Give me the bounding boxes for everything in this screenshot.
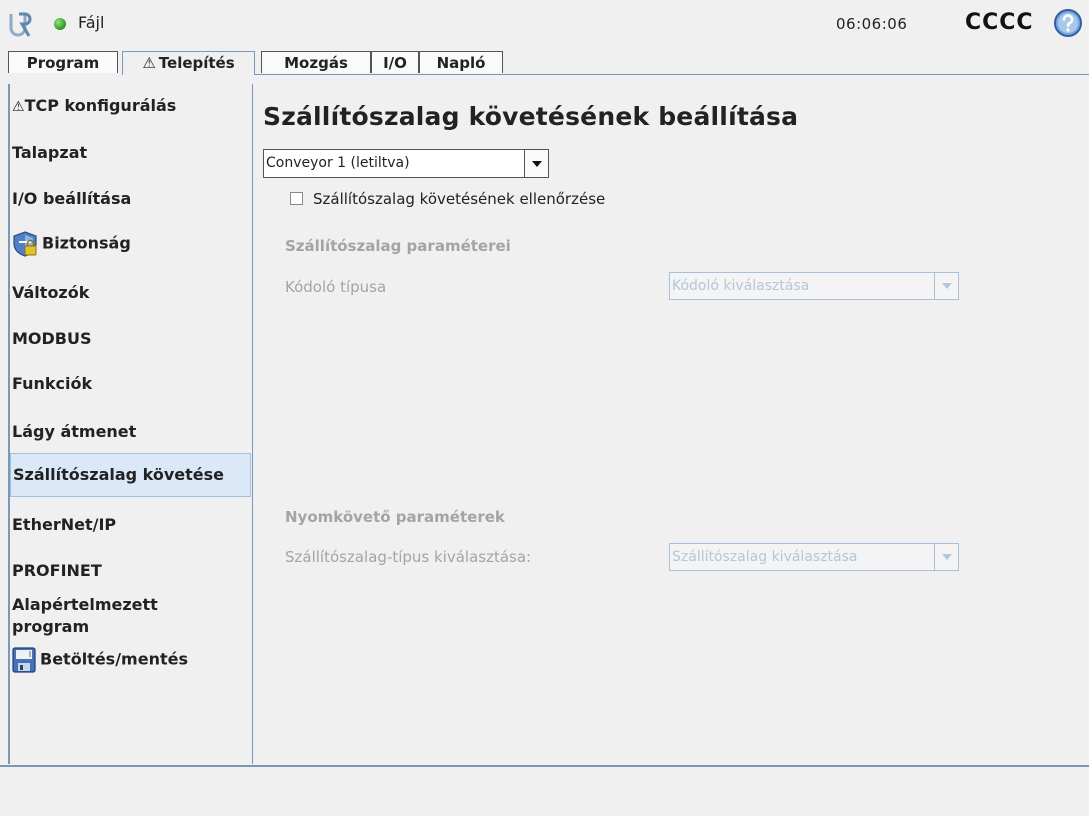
sidebar-item-label: Funkciók [12,374,93,393]
tab-program[interactable]: Program [8,51,118,73]
sidebar-item-label: I/O beállítása [12,189,132,208]
top-bar: Fájl 06:06:06 CCCC [0,0,1089,48]
conveyor-type-placeholder: Szállítószalag kiválasztása [672,549,858,565]
conveyor-type-select[interactable]: Szállítószalag kiválasztása [669,543,959,571]
chevron-down-icon[interactable] [934,273,958,299]
tab-label: Napló [436,54,486,72]
sidebar-item-mounting[interactable]: Talapzat [10,143,251,162]
clock: 06:06:06 [836,15,908,33]
tab-label: Telepítés [158,54,235,72]
sidebar-item-label: PROFINET [12,561,102,580]
conveyor-tracking-panel: Szállítószalag követésének beállítása Co… [255,76,1089,764]
chevron-down-icon[interactable] [934,544,958,570]
conveyor-type-label: Szállítószalag-típus kiválasztása: [285,548,532,566]
warning-icon: ⚠ [12,99,25,115]
footer-bar [0,767,1089,816]
tab-io[interactable]: I/O [371,51,419,73]
sidebar-item-label: Alapértelmezett program [12,595,158,636]
sidebar-item-modbus[interactable]: MODBUS [10,329,251,348]
sidebar-item-label: Változók [12,283,90,302]
warning-icon: ⚠ [142,54,156,72]
chevron-down-icon[interactable] [524,150,548,177]
tracking-check-row[interactable]: Szállítószalag követésének ellenőrzése [290,190,605,208]
tracking-params-heading: Nyomkövető paraméterek [285,508,505,526]
encoder-type-select[interactable]: Kódoló kiválasztása [669,272,959,300]
save-icon [12,647,36,673]
shield-icon [13,231,37,257]
robot-name: CCCC [965,10,1034,35]
installation-sidebar: ⚠TCP konfigurálás Talapzat I/O beállítás… [8,84,253,764]
tracking-checkbox[interactable] [290,192,303,205]
tab-installation[interactable]: ⚠ Telepítés [122,51,255,75]
tab-label: I/O [383,54,407,72]
sidebar-item-smooth-transition[interactable]: Lágy átmenet [10,422,251,441]
sidebar-item-label: TCP konfigurálás [24,96,177,115]
robot-status-icon [54,18,66,30]
sidebar-item-label: Lágy átmenet [12,422,137,441]
tab-log[interactable]: Napló [419,51,503,73]
sidebar-item-label: EtherNet/IP [12,515,117,534]
sidebar-item-safety[interactable]: Biztonság [10,230,251,258]
sidebar-item-load-save[interactable]: Betöltés/mentés [10,647,251,673]
sidebar-item-conveyor-tracking[interactable]: Szállítószalag követése [10,453,251,497]
tab-label: Mozgás [284,54,348,72]
tab-move[interactable]: Mozgás [261,51,371,73]
sidebar-item-label: MODBUS [12,329,92,348]
page-title: Szállítószalag követésének beállítása [263,102,799,131]
sidebar-item-label: Szállítószalag követése [13,465,225,484]
tab-label: Program [26,54,100,72]
ur-logo-icon[interactable] [8,12,34,38]
sidebar-item-features[interactable]: Funkciók [10,374,251,393]
sidebar-item-variables[interactable]: Változók [10,283,251,302]
help-icon[interactable] [1053,8,1083,38]
checkbox-label: Szállítószalag követésének ellenőrzése [313,190,606,208]
encoder-type-placeholder: Kódoló kiválasztása [672,278,810,294]
conveyor-select-value: Conveyor 1 (letiltva) [266,155,410,171]
sidebar-item-label: Betöltés/mentés [40,649,188,669]
sidebar-item-label: Biztonság [42,233,131,253]
file-menu[interactable]: Fájl [78,13,104,32]
tab-divider [255,74,1089,75]
sidebar-item-ethernet-ip[interactable]: EtherNet/IP [10,515,251,534]
sidebar-item-tcp[interactable]: ⚠TCP konfigurálás [10,96,251,115]
sidebar-item-default-program[interactable]: Alapértelmezett program [10,594,210,638]
sidebar-item-profinet[interactable]: PROFINET [10,561,251,580]
sidebar-item-label: Talapzat [12,143,88,162]
sidebar-item-io-setup[interactable]: I/O beállítása [10,189,251,208]
conveyor-params-heading: Szállítószalag paraméterei [285,237,511,255]
conveyor-select[interactable]: Conveyor 1 (letiltva) [263,149,549,178]
encoder-type-label: Kódoló típusa [285,278,387,296]
